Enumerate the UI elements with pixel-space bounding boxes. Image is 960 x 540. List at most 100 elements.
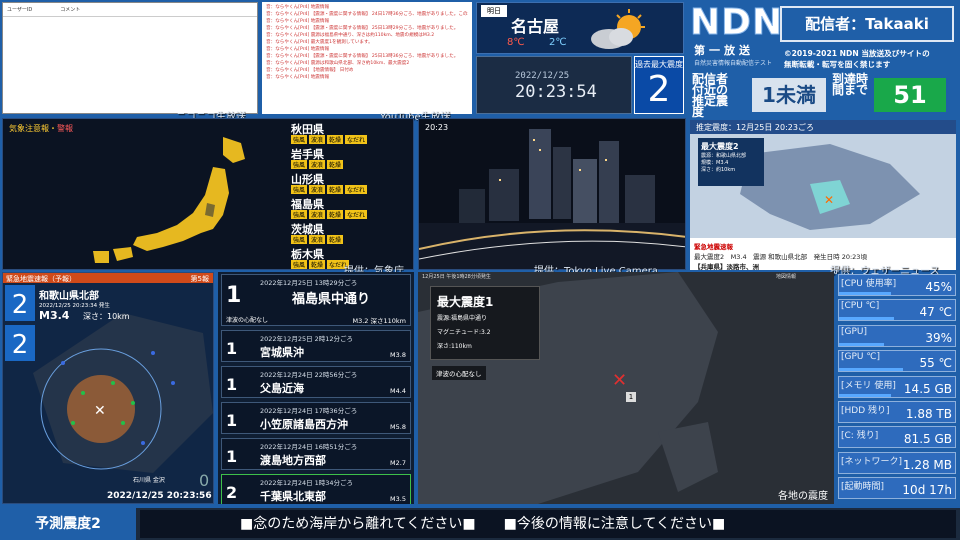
quake-row[interactable]: 1 2022年12月24日 16時51分ごろ 渡島地方西部 M2.7: [221, 438, 411, 470]
stat-value: 1.88 TB: [905, 407, 952, 421]
weather-high: 8℃: [507, 37, 525, 48]
quakeinfo-header: 推定震度：12月25日 20:23ごろ: [690, 120, 956, 134]
system-stats: [CPU 使用率] 45% [CPU ℃] 47 ℃ [GPU] 39% [GPU ℃] 55…: [836, 274, 958, 504]
quake-place: 福島県中通り: [292, 292, 371, 307]
quake-date: 2022年12月24日 22時56分ごろ: [260, 371, 358, 379]
stat-key: [起動時間]: [841, 482, 885, 493]
quake-scale: 1: [226, 411, 238, 430]
stat-row: [HDD 残り] 1.88 TB: [838, 401, 956, 423]
arrival-value: 51: [874, 78, 946, 112]
eew-station: 石川県 金沢: [133, 477, 165, 484]
quake-row[interactable]: 2 2022年12月24日 1時34分ごろ 千葉県北東部 M3.5: [221, 474, 411, 504]
eew-timestamp: 2022/12/25 20:23:56: [107, 491, 212, 501]
clock-panel: 2022/12/25 20:23:54: [476, 56, 632, 114]
eew-intensity-1: 2: [5, 285, 35, 321]
svg-text:✕: ✕: [94, 403, 106, 419]
stat-row: [ネットワーク] 1.28 MB: [838, 451, 956, 474]
quake-place: 千葉県北東部: [260, 490, 326, 503]
chat-line: 音：ならやくん[Pr4] 【震源・震度に関する情報】 24日17時36分ごろ、地…: [266, 12, 468, 17]
quake-scale: 1: [226, 339, 238, 358]
arrival-label: 到達時間まで: [832, 72, 869, 97]
youtube-chat: 音：ならやくん[Pr4] 地震情報音：ならやくん[Pr4] 【震源・震度に関する…: [262, 2, 472, 114]
weather-panel: 明日 名古屋 8℃ 2℃: [476, 2, 684, 54]
warning-tag: 波浪: [309, 160, 326, 169]
stat-row: [GPU] 39%: [838, 324, 956, 347]
city-night-view: [419, 119, 685, 269]
live-camera: 20:23 20:23: [418, 118, 686, 270]
stat-key: [HDD 残り]: [841, 406, 890, 416]
eew-intensity-2: 2: [5, 325, 35, 361]
warning-tag: 乾燥: [327, 135, 344, 144]
eew-magnitude: M3.4: [39, 309, 70, 322]
warning-tag: 強風: [291, 210, 308, 219]
eew-depth: 深さ：10km: [83, 312, 130, 321]
warning-tag: なだれ: [345, 135, 368, 144]
quake-row[interactable]: 1 2022年12月24日 22時56分ごろ 父島近海 M4.4: [221, 366, 411, 398]
quake-mag: M5.8: [390, 423, 406, 431]
stat-key: [GPU ℃]: [841, 352, 880, 363]
stat-value: 47 ℃: [919, 305, 952, 320]
stat-bar: [839, 292, 892, 295]
stat-key: [CPU ℃]: [841, 301, 880, 312]
stat-row: [メモリ 使用] 14.5 GB: [838, 375, 956, 398]
bigmap-timestamp: 12月25日 午後1時28分頃発生: [422, 274, 491, 280]
quake-date: 2022年12月24日 17時36分ごろ: [260, 407, 358, 415]
quake-place: 小笠原諸島西方沖: [260, 418, 348, 431]
ndn-channel: 第一放送: [694, 44, 754, 57]
stat-row: [C: 残り] 81.5 GB: [838, 426, 956, 449]
warning-tags: 強風 波浪 乾燥 なだれ: [291, 185, 368, 194]
eew-datetime: 2022/12/25 20:23:34 発生: [39, 303, 110, 309]
warning-tags: 強風 波浪 乾燥: [291, 160, 344, 169]
quake-row[interactable]: 1 2022年12月24日 17時36分ごろ小笠原諸島西方沖 M5.8: [221, 402, 411, 434]
ndn-tagline: 自然災害情報自動配信テスト: [694, 60, 773, 67]
bigmap-tsunami: 津波の心配なし: [432, 366, 486, 380]
quake-scale: 1: [226, 283, 242, 308]
quake-date: 2022年12月25日 13時29分ごろ: [260, 279, 358, 287]
warning-tags: 強風 乾燥 なだれ: [291, 260, 350, 269]
col-comment: コメント: [60, 7, 81, 13]
bigmap-bottom: 各地の震度: [778, 491, 828, 502]
eew-zero: 0: [199, 471, 210, 490]
quake-info-map: ✕ 推定震度：12月25日 20:23ごろ 最大震度2 震源：和歌山県北部 規模：M…: [690, 120, 956, 270]
eew-area: 和歌山県北部: [39, 291, 99, 302]
quake-list: 1 2022年12月25日 13時29分ごろ 福島県中通り M3.2 深さ110km 津…: [218, 272, 414, 504]
weather-warning-map: 気象注意報・警報 秋田県 強風 波浪 乾燥 なだれ 岩手県 強風 波浪 乾燥 山形県 強風 波浪 乾燥な…: [2, 118, 414, 270]
bigmap-src: 地図情報: [776, 274, 797, 280]
chat-line: 音：ならやくん[Pr4] 震源は和歌山県北部、深さ約10km、最大震度2: [266, 61, 410, 66]
stat-row: [GPU ℃] 55 ℃: [838, 350, 956, 373]
chat-line: 音：ならやくん[Pr4] 地震情報: [266, 5, 330, 10]
quake-map: 12月25日 午後1時28分頃発生 地図情報 最大震度1 震源:福島県中通り マ…: [418, 272, 834, 504]
distributor: 配信者：Takaaki: [780, 6, 954, 42]
stat-key: [C: 残り]: [841, 431, 879, 442]
quake-row[interactable]: 1 2022年12月25日 13時29分ごろ 福島県中通り M3.2 深さ110km 津…: [221, 274, 411, 326]
warning-tag: 強風: [291, 135, 308, 144]
quake-scale: 2: [226, 483, 238, 502]
eew-header: 緊急地震速報（予報） 第5報: [3, 273, 213, 283]
warning-tag: 強風: [291, 185, 308, 194]
warning-tag: 乾燥: [327, 160, 344, 169]
warning-title: 気象注意報・警報: [9, 124, 73, 133]
stat-value: 14.5 GB: [903, 381, 952, 396]
quake-place: 宮城県沖: [260, 346, 304, 359]
quake-mag: M4.4: [390, 387, 406, 395]
warning-tags: 強風 波浪 乾燥 なだれ: [291, 210, 368, 219]
stat-key: [CPU 使用率]: [841, 279, 897, 289]
quake-row[interactable]: 1 2022年12月25日 2時12分ごろ 宮城県沖 M3.8: [221, 330, 411, 362]
quake-mag: M3.5: [390, 495, 406, 503]
ndn-logo: NDN: [689, 2, 784, 44]
bottom-banner: 予測震度2 ■念のため海岸から離れてください■ ■今後の情報に注意してください■: [0, 508, 960, 540]
chat-line: 音：ならやくん[Pr4] 【地震情報】 日付め: [266, 68, 354, 73]
stat-bar: [839, 342, 885, 346]
stat-value: 45%: [925, 280, 952, 294]
intensity-marker: 1: [626, 392, 636, 402]
max-intensity-value: 2: [647, 69, 671, 110]
eew-panel: ✕ 緊急地震速報（予報） 第5報 2 2 和歌山県北部 2022/12/25 20…: [2, 272, 214, 504]
stat-row: [CPU 使用率] 45%: [838, 274, 956, 296]
clock-time: 20:23:54: [515, 82, 597, 102]
cloud-sun-icon: [591, 9, 645, 49]
quake-mag: M3.8: [390, 351, 406, 359]
max-intensity-box: 過去最大震度 2: [634, 56, 684, 114]
camera-overlay-time: 20:23: [425, 123, 449, 132]
stat-key: [GPU]: [841, 326, 868, 337]
warning-tag: 波浪: [309, 235, 326, 244]
